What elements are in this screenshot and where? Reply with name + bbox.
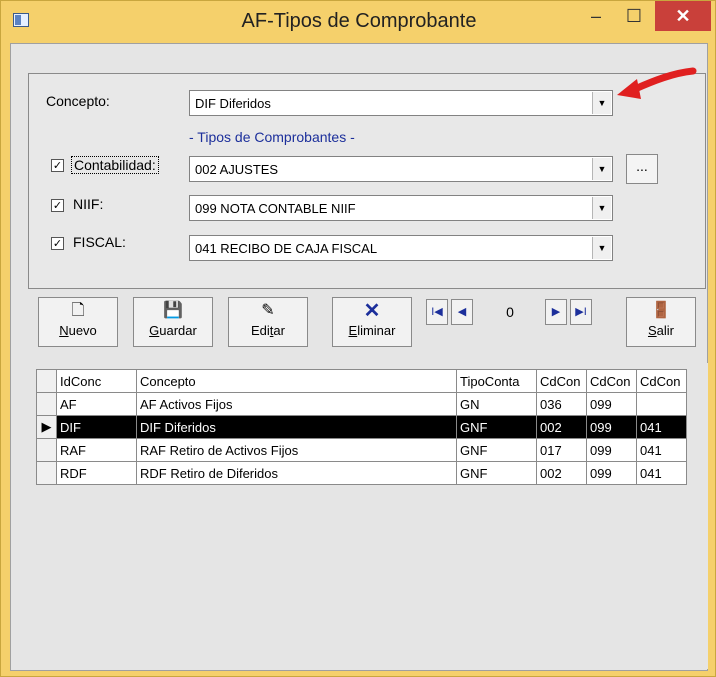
- fiscal-checkbox[interactable]: ✓: [51, 237, 64, 250]
- niif-combo[interactable]: 099 NOTA CONTABLE NIIF ▼: [189, 195, 613, 221]
- row-indicator: [36, 438, 57, 462]
- cell-cd1: 017: [536, 438, 587, 462]
- floppy-disk-icon: 💾: [163, 302, 183, 319]
- column-header[interactable]: CdCon: [636, 369, 687, 393]
- row-indicator-header: [36, 369, 57, 393]
- eliminar-button[interactable]: ✕ Eliminar: [332, 297, 412, 347]
- niif-label: NIIF:: [73, 196, 104, 212]
- minimize-button[interactable]: –: [579, 1, 613, 31]
- cell-tipo: GNF: [456, 415, 537, 439]
- table-row[interactable]: RAF RAF Retiro de Activos Fijos GNF 017 …: [36, 438, 687, 462]
- cell-id: AF: [56, 392, 137, 416]
- cell-cd3: [636, 392, 687, 416]
- contabilidad-checkbox[interactable]: ✓: [51, 159, 64, 172]
- cell-concepto: RDF Retiro de Diferidos: [136, 461, 457, 485]
- cell-cd3: 041: [636, 415, 687, 439]
- cell-cd1: 002: [536, 415, 587, 439]
- maximize-button[interactable]: ☐: [617, 1, 651, 31]
- cell-tipo: GN: [456, 392, 537, 416]
- nuevo-label: Nuevo: [59, 323, 97, 338]
- cell-cd2: 099: [586, 461, 637, 485]
- niif-value: 099 NOTA CONTABLE NIIF: [195, 201, 356, 216]
- edit-pencil-icon: ✎: [261, 302, 275, 319]
- grid-header-row: IdConc Concepto TipoConta CdCon CdCon Cd…: [36, 369, 687, 393]
- salir-label: Salir: [647, 323, 674, 338]
- cell-cd2: 099: [586, 415, 637, 439]
- editar-button[interactable]: ✎ Editar: [228, 297, 308, 347]
- first-record-button[interactable]: I◀: [426, 299, 448, 325]
- concepto-combo[interactable]: DIF Diferidos ▼: [189, 90, 613, 116]
- chevron-down-icon[interactable]: ▼: [592, 158, 611, 180]
- chevron-down-icon[interactable]: ▼: [592, 92, 611, 114]
- cell-id: RDF: [56, 461, 137, 485]
- table-row[interactable]: RDF RDF Retiro de Diferidos GNF 002 099 …: [36, 461, 687, 485]
- cell-cd3: 041: [636, 461, 687, 485]
- delete-x-icon: ✕: [363, 300, 381, 322]
- concepto-label: Concepto:: [46, 93, 110, 109]
- column-header[interactable]: TipoConta: [456, 369, 537, 393]
- conceptos-grid[interactable]: IdConc Concepto TipoConta CdCon CdCon Cd…: [36, 369, 687, 485]
- app-window: AF-Tipos de Comprobante – ☐ ✕ Concepto: …: [0, 0, 716, 677]
- row-indicator: [36, 392, 57, 416]
- chevron-down-icon[interactable]: ▼: [592, 237, 611, 259]
- last-record-button[interactable]: ▶I: [570, 299, 592, 325]
- fiscal-value: 041 RECIBO DE CAJA FISCAL: [195, 241, 378, 256]
- prev-record-button[interactable]: ◀: [451, 299, 473, 325]
- new-document-icon: 🗋: [71, 302, 85, 319]
- browse-button[interactable]: ...: [626, 154, 658, 184]
- cell-concepto: RAF Retiro de Activos Fijos: [136, 438, 457, 462]
- salir-button[interactable]: 🚪 Salir: [626, 297, 696, 347]
- column-header[interactable]: CdCon: [586, 369, 637, 393]
- next-record-button[interactable]: ▶: [545, 299, 567, 325]
- concepto-value: DIF Diferidos: [195, 96, 271, 111]
- title-bar[interactable]: AF-Tipos de Comprobante – ☐ ✕: [1, 1, 715, 41]
- guardar-button[interactable]: 💾 Guardar: [133, 297, 213, 347]
- contabilidad-combo[interactable]: 002 AJUSTES ▼: [189, 156, 613, 182]
- editar-label: Editar: [251, 323, 285, 338]
- cell-id: RAF: [56, 438, 137, 462]
- close-button[interactable]: ✕: [655, 1, 711, 31]
- column-header[interactable]: IdConc: [56, 369, 137, 393]
- cell-cd1: 002: [536, 461, 587, 485]
- column-header[interactable]: Concepto: [136, 369, 457, 393]
- red-callout-arrow-icon: [617, 67, 697, 99]
- fiscal-label: FISCAL:: [73, 234, 126, 250]
- cell-cd2: 099: [586, 438, 637, 462]
- cell-concepto: AF Activos Fijos: [136, 392, 457, 416]
- chevron-down-icon[interactable]: ▼: [592, 197, 611, 219]
- contabilidad-value: 002 AJUSTES: [195, 162, 279, 177]
- cell-cd3: 041: [636, 438, 687, 462]
- row-indicator: [36, 461, 57, 485]
- eliminar-label: Eliminar: [348, 323, 396, 338]
- column-header[interactable]: CdCon: [536, 369, 587, 393]
- guardar-label: Guardar: [149, 323, 197, 338]
- cell-tipo: GNF: [456, 461, 537, 485]
- row-pointer-icon: ▶: [36, 415, 57, 439]
- exit-door-icon: 🚪: [651, 302, 671, 319]
- record-position: 0: [506, 304, 514, 320]
- fiscal-combo[interactable]: 041 RECIBO DE CAJA FISCAL ▼: [189, 235, 613, 261]
- table-row[interactable]: AF AF Activos Fijos GN 036 099: [36, 392, 687, 416]
- cell-id: DIF: [56, 415, 137, 439]
- nuevo-button[interactable]: 🗋 Nuevo: [38, 297, 118, 347]
- contabilidad-label: Contabilidad:: [71, 156, 159, 174]
- cell-cd2: 099: [586, 392, 637, 416]
- niif-checkbox[interactable]: ✓: [51, 199, 64, 212]
- table-row-selected[interactable]: ▶ DIF DIF Diferidos GNF 002 099 041: [36, 415, 687, 439]
- tipos-header: - Tipos de Comprobantes -: [189, 129, 355, 145]
- cell-tipo: GNF: [456, 438, 537, 462]
- cell-concepto: DIF Diferidos: [136, 415, 457, 439]
- cell-cd1: 036: [536, 392, 587, 416]
